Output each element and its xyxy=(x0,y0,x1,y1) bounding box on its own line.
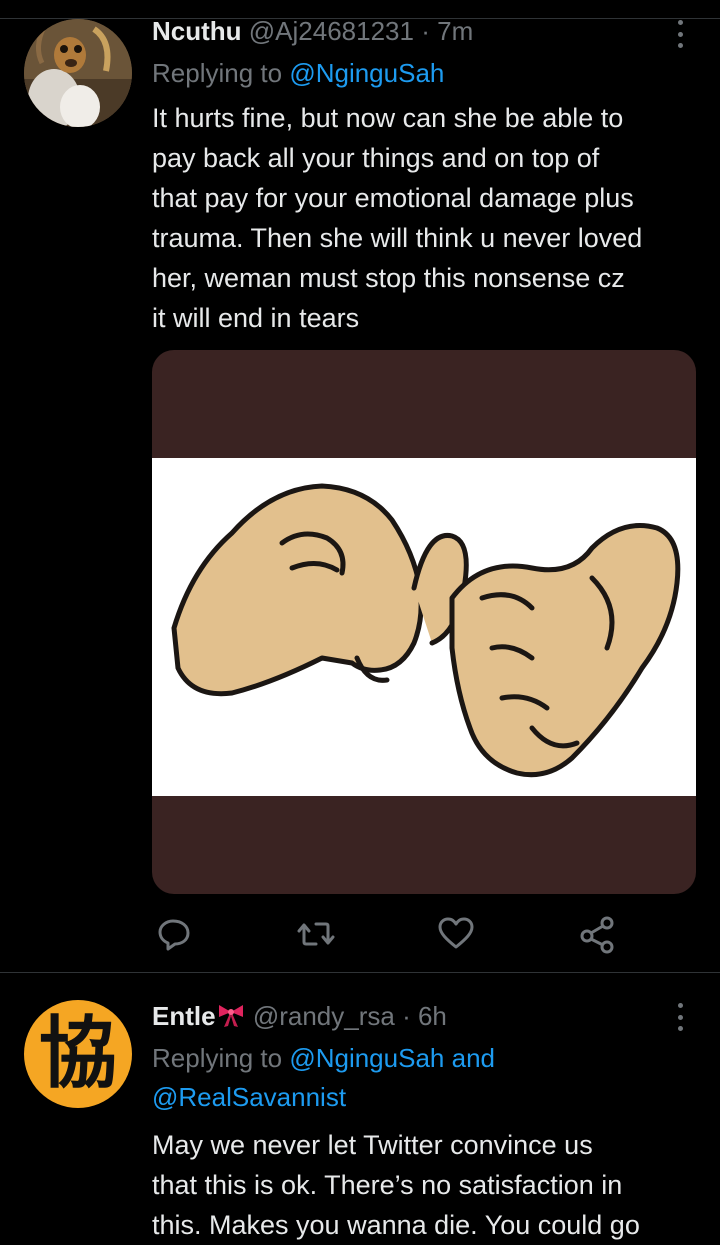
share-icon[interactable] xyxy=(576,912,620,956)
mention-link[interactable]: @NginguSah xyxy=(289,58,444,88)
retweet-icon[interactable] xyxy=(294,912,338,956)
avatar[interactable]: 協 xyxy=(24,1000,132,1108)
replying-prefix: Replying to xyxy=(152,1043,283,1073)
tweet-text-line: her, weman must stop this nonsense cz xyxy=(152,263,625,293)
reply-icon[interactable] xyxy=(152,912,196,956)
user-handle[interactable]: @randy_rsa xyxy=(253,1001,395,1031)
replying-joiner[interactable]: and xyxy=(452,1043,495,1073)
separator-dot: · xyxy=(402,1001,411,1031)
tweet-text-line: trauma. Then she will think u never love… xyxy=(152,223,643,253)
more-options-icon[interactable] xyxy=(668,1003,692,1031)
tweet-text-line: this. Makes you wanna die. You could go xyxy=(152,1210,640,1240)
tweet-header: Ncuthu @Aj24681231 · 7m xyxy=(152,16,473,46)
tweet-text-line: May we never let Twitter convince us xyxy=(152,1130,593,1160)
display-name[interactable]: Ncuthu xyxy=(152,16,242,46)
tweet-text: It hurts fine, but now can she be able t… xyxy=(152,98,702,338)
replying-prefix: Replying to xyxy=(152,58,283,88)
avatar-image xyxy=(24,19,132,127)
tweet-media-image[interactable] xyxy=(152,350,696,894)
pinky-promise-hands-image xyxy=(152,458,696,796)
tweet-text-line: that this is ok. There’s no satisfaction… xyxy=(152,1170,623,1200)
timestamp[interactable]: 6h xyxy=(418,1001,447,1031)
like-icon[interactable] xyxy=(434,912,478,956)
display-name[interactable]: Entle xyxy=(152,1001,216,1031)
tweet-ncuthu[interactable]: Ncuthu @Aj24681231 · 7m Replying to @Ngi… xyxy=(0,0,720,972)
tweet-text-line: that pay for your emotional damage plus xyxy=(152,183,634,213)
more-options-icon[interactable] xyxy=(668,20,692,48)
tweet-text-line: pay back all your things and on top of xyxy=(152,143,600,173)
avatar-glyph: 協 xyxy=(38,1008,117,1099)
mention-link[interactable]: @NginguSah xyxy=(289,1043,444,1073)
replying-to: Replying to @NginguSah and @RealSavannis… xyxy=(152,1041,702,1114)
replying-to: Replying to @NginguSah xyxy=(152,56,444,90)
tweet-actions xyxy=(152,912,622,956)
tweet-text-line: It hurts fine, but now can she be able t… xyxy=(152,103,624,133)
mention-link[interactable]: @RealSavannist xyxy=(152,1082,346,1112)
tweet-text-line: it will end in tears xyxy=(152,303,360,333)
user-handle[interactable]: @Aj24681231 xyxy=(249,16,414,46)
tweet-text: May we never let Twitter convince us tha… xyxy=(152,1125,702,1245)
ribbon-bow-icon xyxy=(218,1005,243,1027)
avatar[interactable] xyxy=(24,19,132,127)
tweet-header: Entle @randy_rsa · 6h xyxy=(152,1001,447,1031)
timestamp[interactable]: 7m xyxy=(437,16,473,46)
tweet-entle[interactable]: 協 Entle @randy_rsa · 6h Replying to @Ngi… xyxy=(0,973,720,1240)
separator-dot: · xyxy=(421,16,430,46)
